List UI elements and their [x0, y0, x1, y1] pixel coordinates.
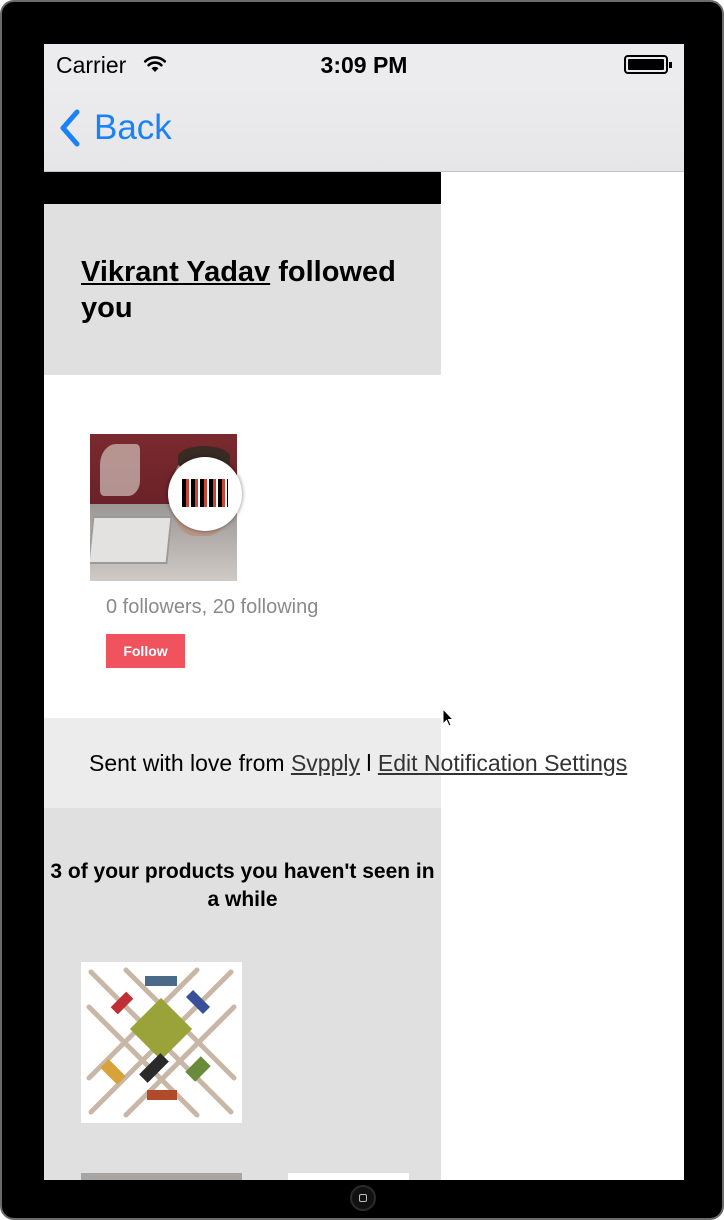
header-strip	[44, 172, 441, 204]
notification-webview: Vikrant Yadav followed you 0 followers, …	[44, 172, 684, 1180]
footer-separator: l	[360, 750, 378, 776]
navigation-bar: Back	[44, 84, 684, 172]
device-frame: Carrier 3:09 PM Back Vikrant Yadav follo…	[0, 0, 724, 1220]
clock: 3:09 PM	[320, 52, 408, 78]
chevron-left-icon	[60, 109, 80, 147]
back-button[interactable]: Back	[58, 106, 172, 150]
bookshelf-image	[81, 962, 242, 1123]
screen: Carrier 3:09 PM Back Vikrant Yadav follo…	[44, 44, 684, 1180]
products-title: 3 of your products you haven't seen in a…	[50, 860, 435, 911]
mouse-cursor-icon	[442, 708, 454, 727]
product-card-grey[interactable]	[81, 1173, 242, 1180]
followed-header: Vikrant Yadav followed you	[44, 204, 441, 375]
back-label: Back	[94, 108, 172, 147]
status-bar: Carrier 3:09 PM	[44, 44, 684, 84]
edit-notification-settings-link[interactable]: Edit Notification Settings	[378, 750, 627, 776]
home-button[interactable]	[350, 1185, 376, 1211]
follow-button[interactable]: Follow	[106, 634, 185, 668]
svpply-link[interactable]: Svpply	[291, 750, 360, 776]
badge-logo	[182, 479, 228, 507]
product-thumbnail[interactable]	[81, 962, 242, 1123]
followed-headline: Vikrant Yadav followed you	[81, 254, 426, 326]
footer-text: Sent with love from Svpply l Edit Notifi…	[89, 750, 627, 777]
product-card-white[interactable]	[288, 1173, 409, 1180]
battery-icon	[624, 55, 672, 74]
user-name-link[interactable]: Vikrant Yadav	[81, 256, 270, 288]
profile-card: 0 followers, 20 following Follow	[44, 375, 441, 718]
profile-badge	[168, 457, 242, 531]
products-section: 3 of your products you haven't seen in a…	[44, 808, 441, 1180]
follower-stats: 0 followers, 20 following	[106, 596, 319, 618]
footer-prefix: Sent with love from	[89, 750, 291, 776]
